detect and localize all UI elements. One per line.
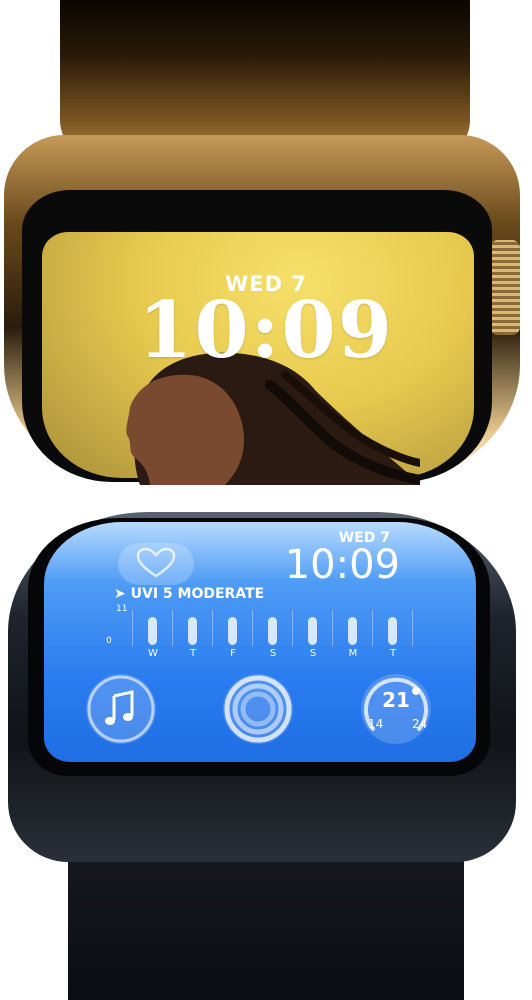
- uv-grid-tick: [292, 610, 293, 646]
- uv-day-bar: [268, 617, 277, 645]
- temperature-low: 14: [368, 717, 384, 731]
- uv-grid-tick: [252, 610, 253, 646]
- uv-day-label: F: [230, 648, 236, 659]
- uv-day-bar: [388, 617, 397, 645]
- uv-index-label: UVI 5 MODERATE: [130, 586, 265, 602]
- uv-day-bar: [348, 617, 357, 645]
- uv-grid-tick: [332, 610, 333, 646]
- uv-grid-tick: [412, 610, 413, 646]
- uv-day-label: T: [389, 648, 397, 659]
- midnight-watch-time: 10:09: [284, 542, 400, 588]
- uv-grid-tick: [372, 610, 373, 646]
- music-note-icon: [87, 675, 155, 743]
- temperature-high: 24: [412, 717, 428, 731]
- uv-day-bar: [148, 617, 157, 645]
- uv-grid-tick: [132, 610, 133, 646]
- music-complication[interactable]: [86, 674, 156, 744]
- midnight-watch-band: [68, 858, 464, 1000]
- activity-rings-icon: [224, 675, 292, 743]
- uv-day-bar: [308, 617, 317, 645]
- uv-day-label: S: [269, 648, 277, 659]
- activity-complication[interactable]: [223, 674, 293, 744]
- uv-day-bar: [228, 617, 237, 645]
- uv-scale-max: 11: [116, 604, 128, 614]
- location-arrow-icon: ➤: [114, 586, 126, 602]
- uv-day-bar: [188, 617, 197, 645]
- gold-watch-time: 10:09: [138, 285, 394, 376]
- temperature-current: 21: [382, 688, 410, 712]
- uv-day-label: S: [309, 648, 317, 659]
- uv-day-label: W: [148, 648, 158, 659]
- heart-complication[interactable]: [118, 543, 194, 585]
- heart-icon: [136, 547, 176, 578]
- uv-scale-min: 0: [106, 636, 112, 646]
- uv-index-complication[interactable]: ➤ UVI 5 MODERATE: [114, 586, 264, 602]
- uv-grid-tick: [172, 610, 173, 646]
- uv-day-label: T: [189, 648, 197, 659]
- uv-grid-tick: [212, 610, 213, 646]
- uv-day-label: M: [348, 648, 358, 659]
